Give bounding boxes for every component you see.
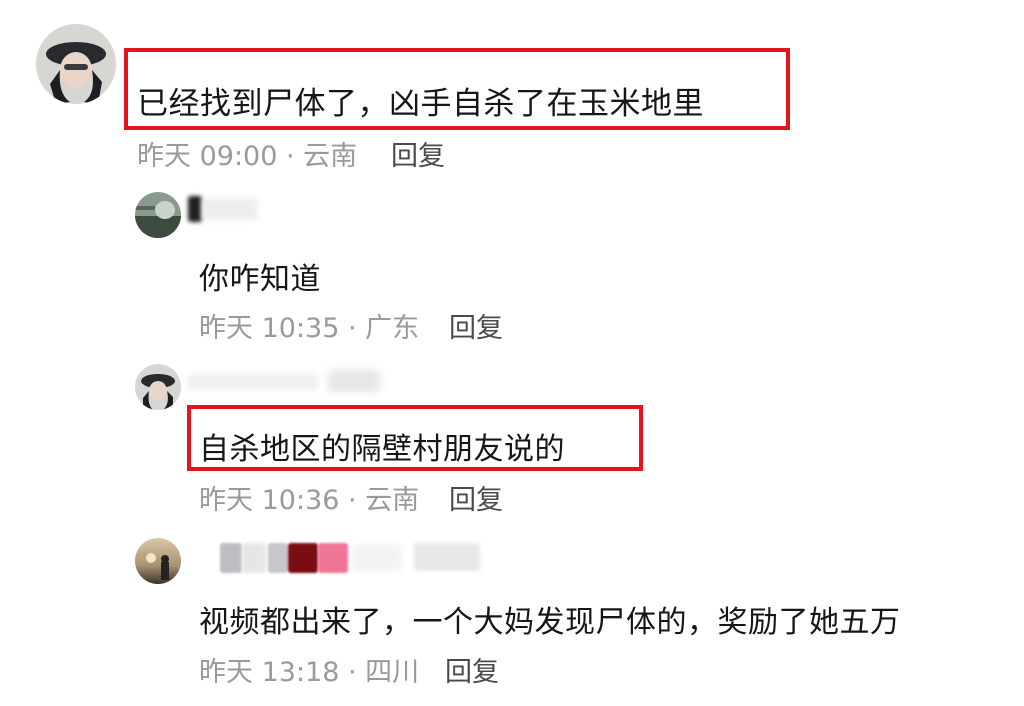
avatar[interactable] [36,24,116,104]
reply-item: 视频都出来了，一个大妈发现尸体的，奖励了她五万 昨天 13:18 · 四川 回复 [0,525,1024,706]
reply-item: 你咋知道 昨天 10:35 · 广东 回复 [0,180,1024,350]
comment-item: 已经找到尸体了，凶手自杀了在玉米地里 昨天 09:00 · 云南 回复 [0,0,1024,180]
comment-timestamp: 昨天 13:18 · 四川 [199,657,420,688]
comment-timestamp: 昨天 10:35 · 广东 [199,313,420,344]
avatar[interactable] [135,364,181,410]
reply-button[interactable]: 回复 [449,306,503,345]
comment-timestamp: 昨天 10:36 · 云南 [199,485,420,516]
highlight-box [187,405,643,471]
reply-button[interactable]: 回复 [449,478,503,517]
username-blurred[interactable] [188,368,388,394]
reply-button[interactable]: 回复 [391,134,445,173]
avatar[interactable] [135,538,181,584]
comment-text: 视频都出来了，一个大妈发现尸体的，奖励了她五万 [199,605,901,640]
comment-text: 你咋知道 [199,262,321,297]
reply-item: 自杀地区的隔壁村朋友说的 昨天 10:36 · 云南 回复 [0,350,1024,525]
highlight-box [124,48,790,130]
avatar[interactable] [135,192,181,238]
username-blurred[interactable] [188,196,258,222]
username-blurred[interactable] [218,539,488,573]
comment-timestamp: 昨天 09:00 · 云南 [137,141,358,172]
reply-button[interactable]: 回复 [445,650,499,689]
